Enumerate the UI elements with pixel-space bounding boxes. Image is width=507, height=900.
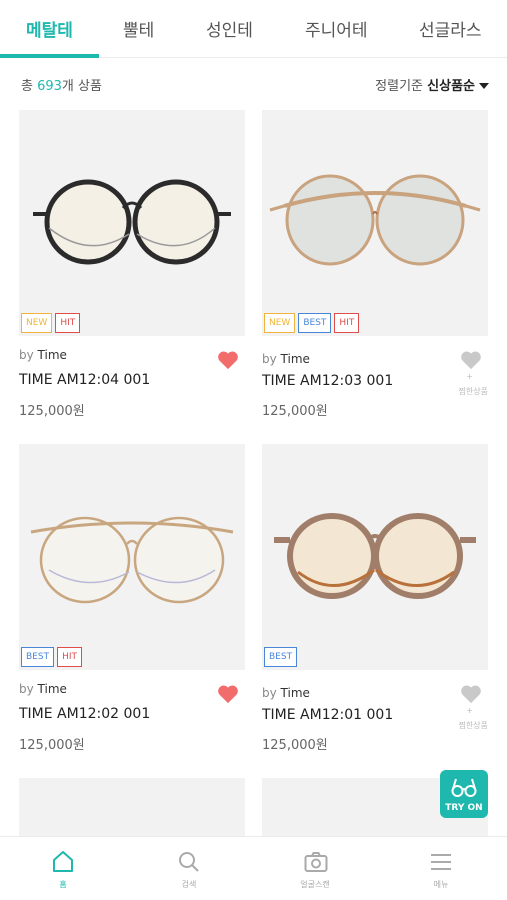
heart-icon[interactable] — [460, 684, 482, 704]
round-glasses-image — [30, 516, 234, 604]
plus-icon: + — [466, 706, 473, 715]
nav-menu[interactable]: 메뉴 — [378, 837, 504, 900]
tab-horn[interactable]: 뿔테 — [123, 16, 154, 41]
badge-hit: HIT — [55, 313, 81, 333]
product-card[interactable] — [19, 778, 245, 836]
search-icon — [179, 852, 199, 872]
badge-new: NEW — [21, 313, 53, 333]
product-card[interactable]: BEST HIT by Time TIME AM12:02 001 125,00… — [19, 444, 245, 764]
product-card[interactable]: NEW BEST HIT by Time + 찜한상품 TIME AM12:03… — [262, 110, 488, 430]
camera-icon — [304, 852, 328, 872]
product-brand: by Time — [19, 682, 67, 696]
badge-new: NEW — [264, 313, 296, 333]
home-icon — [53, 851, 73, 872]
sort-value: 신상품순 — [427, 79, 475, 94]
nav-face-scan-label: 얼굴스캔 — [300, 880, 330, 889]
try-on-button[interactable]: TRY ON — [440, 770, 488, 818]
badge-hit: HIT — [334, 313, 360, 333]
product-image[interactable]: BEST — [262, 444, 488, 670]
category-tabs: 메탈테 뿔테 성인테 주니어테 선글라스 — [0, 0, 507, 58]
product-card[interactable]: BEST by Time + 찜한상품 TIME AM12:01 001 125… — [262, 444, 488, 764]
try-on-label: TRY ON — [445, 803, 483, 813]
sort-bar: 총 693개 상품 정렬기준 신상품순 — [0, 58, 507, 108]
caret-down-icon — [479, 83, 489, 89]
plus-icon: + — [466, 372, 473, 381]
heart-icon[interactable] — [217, 684, 239, 704]
product-price: 125,000원 — [19, 738, 85, 753]
badge-group: BEST — [264, 647, 298, 667]
glasses-icon — [451, 778, 477, 797]
product-price: 125,000원 — [262, 738, 328, 753]
heart-icon[interactable] — [217, 350, 239, 370]
menu-icon — [431, 854, 451, 870]
badge-group: BEST HIT — [21, 647, 82, 667]
product-count: 총 693개 상품 — [21, 79, 102, 94]
round-glasses-image — [33, 179, 231, 265]
product-price: 125,000원 — [262, 404, 328, 419]
nav-menu-label: 메뉴 — [433, 880, 449, 889]
product-name[interactable]: TIME AM12:03 001 — [262, 373, 393, 389]
product-image[interactable]: NEW BEST HIT — [262, 110, 488, 336]
sort-label: 정렬기준 — [375, 79, 428, 94]
round-glasses-image — [269, 174, 481, 266]
nav-search[interactable]: 검색 — [126, 837, 252, 900]
tab-metal[interactable]: 메탈테 — [26, 16, 73, 41]
product-brand: by Time — [262, 352, 310, 366]
product-image[interactable]: NEW HIT — [19, 110, 245, 336]
nav-home[interactable]: 홈 — [0, 837, 126, 900]
product-image[interactable] — [19, 778, 245, 836]
nav-face-scan[interactable]: 얼굴스캔 — [252, 837, 378, 900]
product-name[interactable]: TIME AM12:04 001 — [19, 372, 150, 388]
badge-best: BEST — [21, 647, 55, 667]
product-image[interactable]: BEST HIT — [19, 444, 245, 670]
product-price: 125,000원 — [19, 404, 85, 419]
round-glasses-image — [274, 513, 476, 599]
badge-group: NEW HIT — [21, 313, 81, 333]
badge-best: BEST — [264, 647, 298, 667]
product-brand: by Time — [19, 348, 67, 362]
product-name[interactable]: TIME AM12:02 001 — [19, 706, 150, 722]
product-card[interactable]: NEW HIT by Time TIME AM12:04 001 125,000… — [19, 110, 245, 430]
nav-search-label: 검색 — [181, 880, 197, 889]
sort-dropdown[interactable]: 정렬기준 신상품순 — [375, 75, 489, 94]
tab-junior[interactable]: 주니어테 — [305, 16, 368, 41]
product-count-number: 693 — [37, 79, 62, 94]
wish-label: 찜한상품 — [458, 387, 488, 396]
badge-hit: HIT — [57, 647, 82, 667]
product-brand: by Time — [262, 686, 310, 700]
nav-home-label: 홈 — [59, 880, 67, 889]
bottom-navigation: 홈 검색 얼굴스캔 메뉴 — [0, 836, 507, 900]
badge-best: BEST — [298, 313, 332, 333]
tab-sunglasses[interactable]: 선글라스 — [419, 16, 482, 41]
heart-icon[interactable] — [460, 350, 482, 370]
tab-adult[interactable]: 성인테 — [206, 16, 253, 41]
product-name[interactable]: TIME AM12:01 001 — [262, 707, 393, 723]
wish-label: 찜한상품 — [458, 721, 488, 730]
badge-group: NEW BEST HIT — [264, 313, 360, 333]
